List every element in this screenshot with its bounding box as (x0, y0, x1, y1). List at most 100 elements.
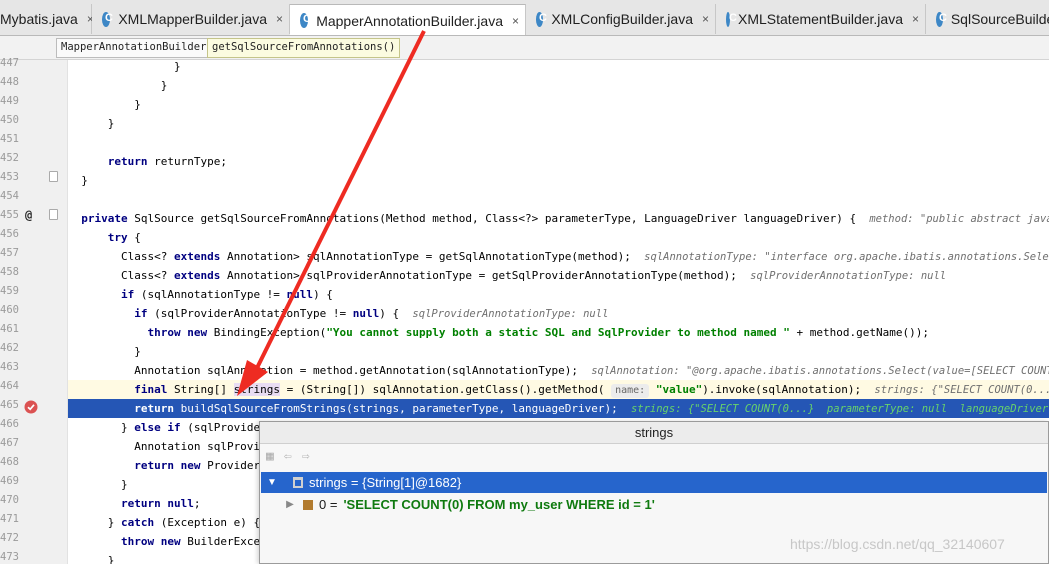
code-token: extends (173, 269, 221, 282)
field-icon (303, 499, 313, 510)
override-icon[interactable]: @ (25, 208, 32, 222)
code-line[interactable] (68, 133, 1049, 152)
code-line[interactable]: } (68, 342, 1049, 361)
code-line[interactable]: private SqlSource getSqlSourceFromAnnota… (68, 209, 1049, 228)
code-token: private (81, 212, 128, 225)
code-line[interactable]: if (sqlProviderAnnotationType != null) {… (68, 304, 1049, 323)
code-line[interactable]: return returnType; (68, 152, 1049, 171)
code-token: Annotation> sqlAnnotationType = getSqlAn… (220, 250, 645, 263)
tab-label: MapperAnnotationBuilder.java (316, 12, 503, 29)
code-line[interactable]: Class<? extends Annotation> sqlAnnotatio… (68, 247, 1049, 266)
code-token: } (68, 174, 88, 187)
tab-mapperannotationbuilder[interactable]: MapperAnnotationBuilder.java × (290, 4, 526, 35)
tab-xmlmapperbuilder[interactable]: XMLMapperBuilder.java × (92, 4, 290, 34)
code-token: } (68, 554, 115, 564)
code-token: null (286, 288, 314, 301)
code-token: return (134, 402, 174, 415)
breakpoint-icon[interactable] (24, 400, 38, 417)
tab-mybatis[interactable]: Mybatis.java × (0, 4, 94, 34)
code-token: (sqlProviderAnnotationType != (147, 307, 353, 320)
code-line[interactable]: final String[] strings = (String[]) sqlA… (68, 380, 1049, 399)
line-number: 473 (0, 551, 19, 563)
debug-inline-value: sqlProviderAnnotationType: null (412, 308, 609, 320)
code-line[interactable]: try { (68, 228, 1049, 247)
code-token: if (120, 288, 135, 301)
tab-sqlsourcebuilder[interactable]: SqlSourceBuilder (926, 4, 1049, 34)
code-line[interactable]: } (68, 76, 1049, 95)
code-line[interactable]: } (68, 114, 1049, 133)
code-line[interactable]: Class<? extends Annotation> sqlProviderA… (68, 266, 1049, 285)
code-token: + method.getName()); (789, 326, 929, 339)
execution-line[interactable]: return buildSqlSourceFromStrings(strings… (68, 399, 1049, 418)
code-token: SqlSource getSqlSourceFromAnnotations(Me… (127, 212, 870, 225)
back-arrow-icon[interactable]: ⇦ (284, 449, 292, 464)
code-token: = (String[]) sqlAnnotation.getClass().ge… (279, 383, 612, 396)
line-number: 458 (0, 266, 19, 278)
code-token: "value" (655, 383, 703, 396)
close-icon[interactable]: × (276, 12, 283, 26)
line-number: 453 (0, 171, 19, 183)
line-number: 454 (0, 190, 19, 202)
code-token: } (68, 345, 141, 358)
line-number: 447 (0, 57, 19, 69)
line-number: 463 (0, 361, 19, 373)
tree-row-strings[interactable]: ▼ strings = {String[1]@1682} (261, 472, 1047, 493)
fold-icon[interactable] (49, 171, 58, 182)
breadcrumb-class[interactable]: MapperAnnotationBuilder (56, 38, 212, 58)
copy-icon[interactable]: ▦ (266, 449, 274, 464)
fold-icon[interactable] (49, 209, 58, 220)
line-number: 470 (0, 494, 19, 506)
watermark: https://blog.csdn.net/qq_32140607 (790, 536, 1005, 552)
code-token: ) { (313, 288, 333, 301)
close-icon[interactable]: × (512, 14, 519, 28)
forward-arrow-icon[interactable]: ⇨ (302, 449, 310, 464)
code-token: (Exception e) { (154, 516, 261, 529)
code-token: String[] (167, 383, 234, 396)
tree-row-element-0[interactable]: ▶ 0 = 'SELECT COUNT(0) FROM my_user WHER… (261, 494, 1047, 515)
variable-label: strings = {String[1]@1682} (309, 475, 462, 490)
code-line[interactable]: } (68, 60, 1049, 76)
editor-gutter[interactable]: 447 448 449 450 451 452 453 454 455 456 457 458 459 4… (0, 57, 68, 564)
line-number: 452 (0, 152, 19, 164)
code-line[interactable]: if (sqlAnnotationType != null) { (68, 285, 1049, 304)
parameter-hint: name: (611, 384, 650, 398)
tab-label: XMLMapperBuilder.java (118, 11, 267, 27)
code-line[interactable]: } (68, 171, 1049, 190)
line-number: 451 (0, 133, 19, 145)
code-token: strings (233, 383, 280, 396)
code-token: { (127, 231, 141, 244)
line-number: 468 (0, 456, 19, 468)
debug-inline-value: strings: {"SELECT COUNT(0...} parameterT… (630, 403, 1049, 415)
line-number: 465 (0, 399, 19, 411)
line-number: 472 (0, 532, 19, 544)
code-line[interactable]: throw new BindingException("You cannot s… (68, 323, 1049, 342)
code-token: else if (134, 421, 181, 434)
close-icon[interactable]: × (702, 12, 709, 26)
editor-tab-bar: Mybatis.java × XMLMapperBuilder.java × M… (0, 0, 1049, 36)
code-token: ; (193, 497, 201, 510)
code-line[interactable]: } (68, 95, 1049, 114)
tab-xmlstatementbuilder[interactable]: XMLStatementBuilder.java × (716, 4, 926, 34)
expanded-arrow-icon[interactable]: ▼ (265, 477, 279, 488)
line-number: 466 (0, 418, 19, 430)
code-line[interactable]: Annotation sqlAnnotation = method.getAnn… (68, 361, 1049, 380)
breadcrumb-method[interactable]: getSqlSourceFromAnnotations() (207, 38, 401, 58)
tab-xmlconfigbuilder[interactable]: XMLConfigBuilder.java × (526, 4, 716, 34)
line-number: 459 (0, 285, 19, 297)
array-icon (293, 477, 303, 488)
code-line[interactable] (68, 190, 1049, 209)
close-icon[interactable]: × (912, 12, 919, 26)
code-token: if (134, 307, 148, 320)
debug-inline-value: method: "public abstract java.lang.Integ… (869, 213, 1049, 225)
collapsed-arrow-icon[interactable]: ▶ (283, 499, 297, 510)
debug-inline-value: strings: {"SELECT COUNT(0...} sqlAnnotat… (874, 384, 1049, 396)
popup-toolbar: ▦ ⇦ ⇨ (260, 444, 1048, 469)
line-number: 469 (0, 475, 19, 487)
code-token: Annotation sqlAnnotation = method.getAnn… (68, 364, 592, 377)
code-token: returnType; (147, 155, 227, 168)
